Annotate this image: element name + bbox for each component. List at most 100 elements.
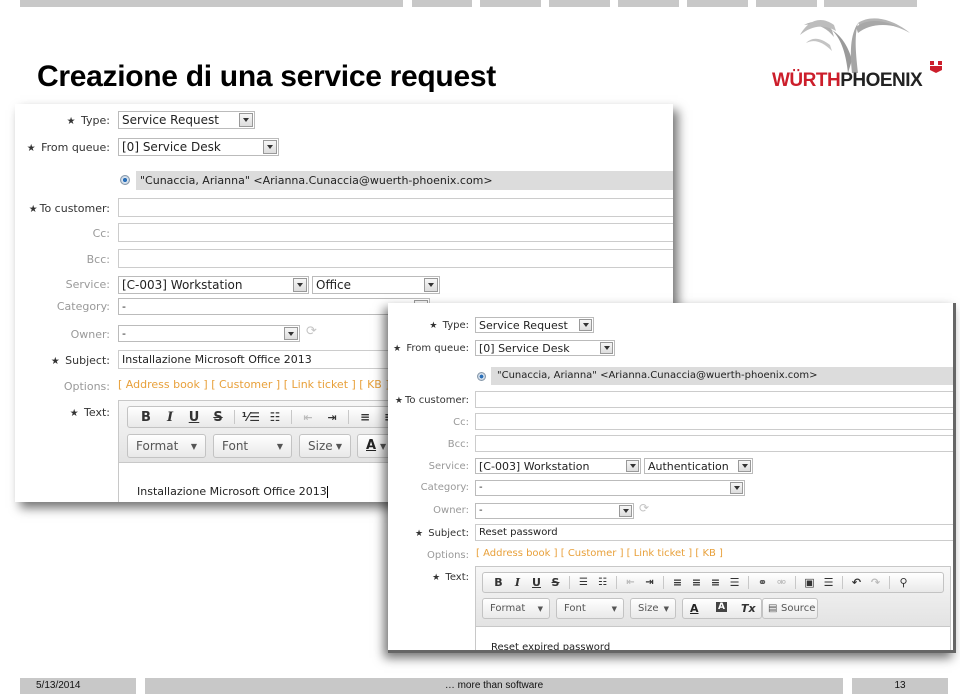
size-combo[interactable]: Size ▼ [299, 434, 351, 458]
cc-input[interactable] [475, 413, 953, 430]
to-customer-input[interactable] [475, 391, 953, 408]
underline-button[interactable]: U [182, 410, 206, 425]
bcc-input[interactable] [118, 249, 673, 268]
service-label: Service: [65, 278, 110, 291]
format-combo[interactable]: Format ▼ [482, 598, 550, 619]
text-color-button[interactable]: A [690, 602, 699, 615]
bold-button[interactable]: B [134, 410, 158, 425]
strikethrough-button[interactable]: S [206, 410, 230, 425]
category-select[interactable]: - [118, 298, 430, 315]
font-combo[interactable]: Font ▼ [213, 434, 292, 458]
text-caret [326, 486, 328, 498]
indent-icon[interactable]: ⇥ [640, 577, 659, 588]
options-links: [ Address book ] [ Customer ] [ Link tic… [476, 548, 723, 559]
color-tools-group: A A Tx [682, 598, 762, 619]
from-queue-select[interactable]: [0] Service Desk [118, 138, 279, 156]
toolbar-separator [842, 576, 843, 589]
chevron-down-icon: ▼ [276, 442, 283, 451]
outdent-icon[interactable]: ⇤ [296, 411, 320, 424]
subservice-select[interactable]: Office [312, 276, 440, 294]
horizontal-rule-icon[interactable]: ☰ [819, 576, 838, 589]
redo-icon[interactable]: ↷ [866, 576, 885, 589]
link-ticket-link[interactable]: [ Link ticket ] [627, 548, 693, 559]
wurth-phoenix-logo: WÜRTHPHOENIX [770, 15, 955, 95]
refresh-icon[interactable]: ⟳ [639, 501, 649, 515]
service-label: Service: [428, 461, 469, 472]
indent-icon[interactable]: ⇥ [320, 411, 344, 424]
format-combo[interactable]: Format ▼ [127, 434, 206, 458]
align-right-icon[interactable]: ≡ [706, 576, 725, 589]
chevron-down-icon [293, 278, 307, 292]
italic-button[interactable]: I [508, 576, 527, 589]
kb-link[interactable]: [ KB ] [695, 548, 723, 559]
category-label: Category: [56, 300, 110, 313]
service-select[interactable]: [C-003] Workstation [118, 276, 309, 294]
toolbar-separator [234, 410, 235, 424]
selected-address[interactable]: "Cunaccia, Arianna" <Arianna.Cunaccia@wu… [136, 171, 673, 190]
strikethrough-button[interactable]: S [546, 576, 565, 589]
kb-link[interactable]: [ KB ] [359, 378, 389, 391]
customer-link[interactable]: [ Customer ] [561, 548, 624, 559]
chevron-down-icon [263, 140, 277, 154]
bcc-input[interactable] [475, 435, 953, 452]
bar-segment [549, 0, 610, 7]
category-select[interactable]: - [475, 480, 745, 496]
refresh-icon[interactable]: ⟳ [306, 324, 317, 339]
unlink-icon[interactable]: ⚮ [772, 576, 791, 589]
footer-tagline: … more than software [145, 678, 843, 694]
size-combo[interactable]: Size ▼ [630, 598, 676, 619]
address-book-link[interactable]: [ Address book ] [476, 548, 558, 559]
bulleted-list-icon[interactable]: ☷ [263, 410, 287, 424]
to-customer-input[interactable] [118, 198, 673, 217]
owner-select[interactable]: - [118, 325, 300, 342]
chevron-down-icon [600, 342, 613, 354]
undo-icon[interactable]: ↶ [847, 576, 866, 589]
type-select[interactable]: Service Request [475, 317, 594, 333]
font-combo[interactable]: Font ▼ [556, 598, 624, 619]
toolbar-separator [569, 576, 570, 589]
cc-input[interactable] [118, 223, 673, 242]
numbered-list-icon[interactable]: ☰ [574, 577, 593, 588]
address-book-link[interactable]: [ Address book ] [118, 378, 208, 391]
link-ticket-link[interactable]: [ Link ticket ] [284, 378, 356, 391]
bold-button[interactable]: B [489, 576, 508, 589]
editor-body[interactable]: Reset expired password [491, 642, 610, 650]
logo-wordmark: WÜRTHPHOENIX [772, 70, 923, 91]
customer-link[interactable]: [ Customer ] [211, 378, 280, 391]
text-label: ★ Text: [432, 572, 469, 583]
cc-label: Cc: [453, 417, 469, 428]
link-icon[interactable]: ⚭ [753, 576, 772, 589]
search-icon[interactable]: ⚲ [894, 576, 913, 589]
numbered-list-icon[interactable]: ⅟☰ [239, 410, 263, 424]
align-left-icon[interactable]: ≡ [668, 576, 687, 589]
outdent-icon[interactable]: ⇤ [621, 577, 640, 588]
subject-input[interactable]: Reset password [475, 524, 953, 541]
selected-address[interactable]: "Cunaccia, Arianna" <Arianna.Cunaccia@wu… [491, 367, 953, 385]
to-customer-label: ★ To customer: [394, 395, 469, 406]
address-radio[interactable] [477, 372, 486, 381]
chevron-down-icon: ▼ [611, 605, 617, 613]
align-justify-icon[interactable]: ☰ [725, 576, 744, 589]
bar-segment [687, 0, 748, 7]
owner-select[interactable]: - [475, 503, 634, 519]
underline-button[interactable]: U [527, 576, 546, 589]
align-center-icon[interactable]: ≡ [687, 576, 706, 589]
remove-format-button[interactable]: Tx [741, 602, 756, 615]
from-queue-select[interactable]: [0] Service Desk [475, 340, 615, 356]
chevron-down-icon [626, 460, 639, 472]
toolbar-separator [663, 576, 664, 589]
subservice-select[interactable]: Authentication [644, 458, 753, 474]
editor-body[interactable]: Installazione Microsoft Office 2013 [137, 485, 328, 498]
service-select[interactable]: [C-003] Workstation [475, 458, 641, 474]
bulleted-list-icon[interactable]: ☷ [593, 577, 612, 588]
image-icon[interactable]: ▣ [800, 576, 819, 589]
source-button[interactable]: ▤ Source [762, 598, 818, 619]
align-left-icon[interactable]: ≡ [353, 410, 377, 424]
type-select[interactable]: Service Request [118, 111, 255, 129]
chevron-down-icon [619, 505, 632, 517]
toolbar-row-1: B I U S ☰ ☷ ⇤ ⇥ ≡ ≡ ≡ ☰ ⚭ ⚮ ▣ ☰ ↶ ↷ ⚲ [482, 572, 944, 593]
italic-button[interactable]: I [158, 410, 182, 425]
source-icon: ▤ [768, 603, 778, 614]
background-color-button[interactable]: A [716, 602, 727, 612]
subject-label: ★ Subject: [414, 528, 469, 539]
